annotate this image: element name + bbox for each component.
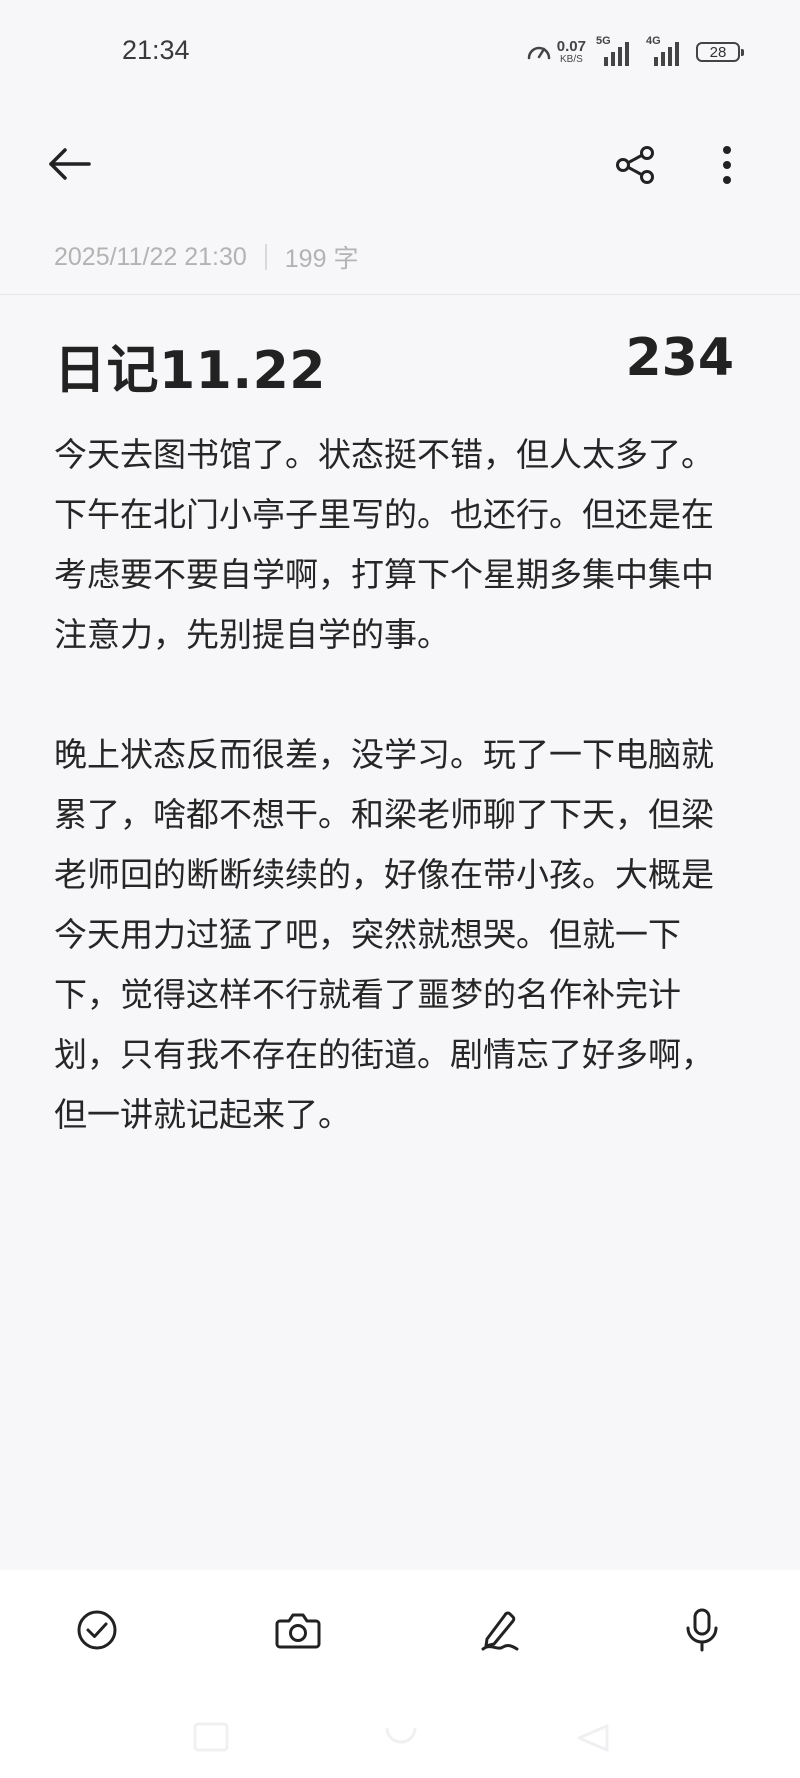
- note-paragraph[interactable]: 晚上状态反而很差，没学习。玩了一下电脑就累了，啥都不想干。和梁老师聊了下天，但梁…: [54, 725, 744, 1145]
- signal-bars-icon: [604, 42, 629, 66]
- camera-icon: [275, 1613, 321, 1649]
- share-icon: [616, 146, 654, 184]
- microphone-icon: [686, 1608, 718, 1652]
- net-speed-value: 0.07: [556, 38, 586, 55]
- more-vertical-icon: [723, 146, 731, 184]
- note-timestamp: 2025/11/22 21:30: [54, 242, 247, 271]
- check-circle-icon: [77, 1610, 117, 1650]
- handwriting-button[interactable]: [470, 1600, 530, 1660]
- note-body[interactable]: 今天去图书馆了。状态挺不错，但人太多了。下午在北门小亭子里写的。也还行。但还是在…: [54, 425, 744, 1145]
- nav-square-icon[interactable]: [193, 1722, 229, 1752]
- nav-home-icon[interactable]: [383, 1722, 419, 1752]
- note-meta: 2025/11/22 21:30 199 字: [54, 240, 358, 274]
- signal-5g: 5G: [596, 35, 636, 67]
- arrow-left-icon: [49, 148, 91, 180]
- status-bar: 21:34 0.07 KB/S 5G 4G 28: [0, 0, 800, 105]
- camera-button[interactable]: [268, 1600, 328, 1660]
- speedometer-icon: [527, 46, 551, 60]
- signal-bars-icon: [654, 42, 679, 66]
- battery-icon: 28: [696, 42, 744, 62]
- voice-input-button[interactable]: [672, 1600, 732, 1660]
- net-speed-unit: KB/S: [560, 54, 583, 65]
- top-toolbar: [0, 120, 800, 210]
- bottom-toolbar: [0, 1570, 800, 1778]
- note-paragraph[interactable]: 今天去图书馆了。状态挺不错，但人太多了。下午在北门小亭子里写的。也还行。但还是在…: [54, 425, 744, 665]
- status-icons: 0.07 KB/S 5G 4G 28: [525, 35, 744, 68]
- back-button[interactable]: [40, 140, 100, 188]
- pen-icon: [481, 1611, 519, 1651]
- signal-4g: 4G: [646, 35, 686, 67]
- checklist-button[interactable]: [67, 1600, 127, 1660]
- note-title[interactable]: 日记11.22: [54, 328, 326, 403]
- more-options-button[interactable]: [700, 138, 754, 192]
- meta-divider: [264, 244, 267, 270]
- note-detail-screen: 21:34 0.07 KB/S 5G 4G 28 2025/11/22 21:3…: [0, 0, 800, 1778]
- share-button[interactable]: [608, 138, 662, 192]
- nav-back-icon[interactable]: [575, 1722, 611, 1752]
- status-time: 21:34: [122, 35, 190, 65]
- note-word-count: 199 字: [284, 245, 359, 273]
- net-speed: 0.07 KB/S: [525, 38, 586, 66]
- divider-line: [0, 294, 800, 295]
- battery-level: 28: [709, 43, 727, 61]
- note-title-count[interactable]: 234: [625, 328, 734, 388]
